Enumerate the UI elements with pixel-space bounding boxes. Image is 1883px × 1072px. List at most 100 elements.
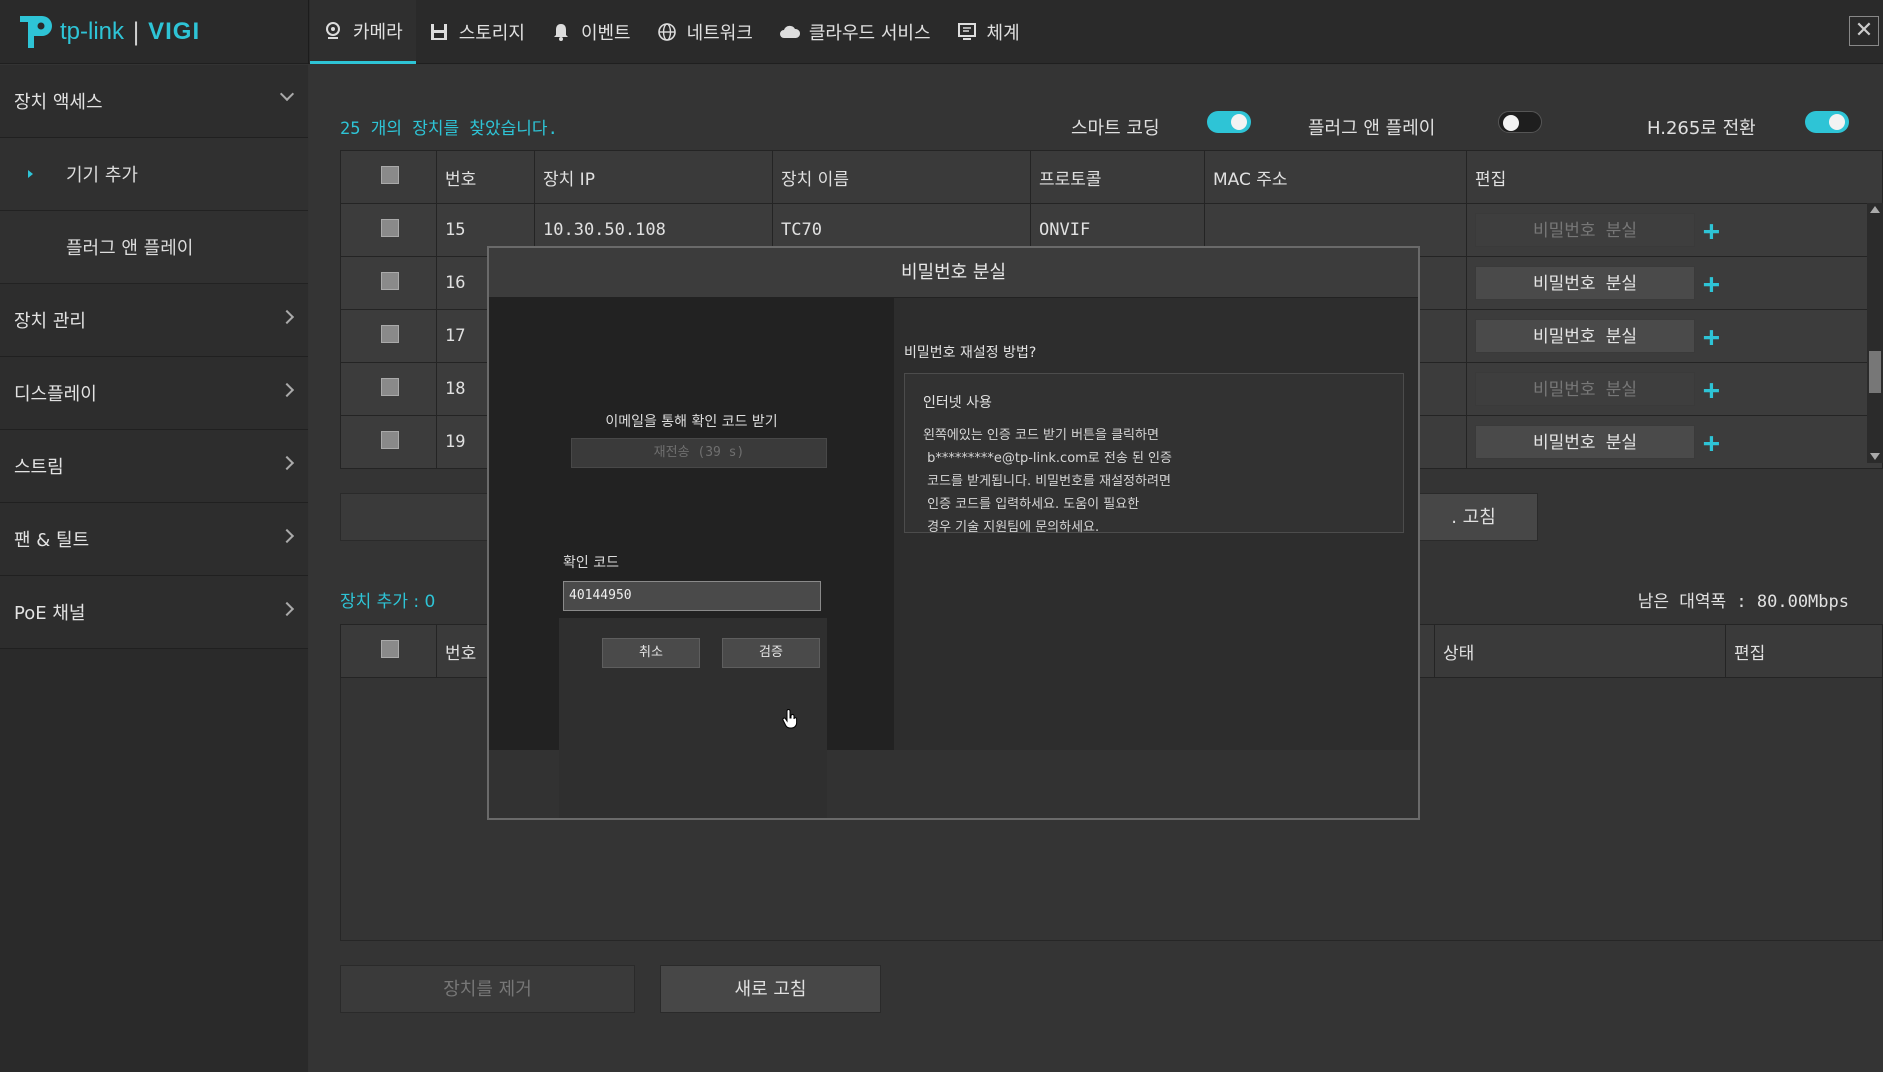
cancel-button[interactable]: 취소 (602, 638, 700, 668)
sidebar-item-label: 기기 추가 (66, 165, 138, 186)
chevron-right-icon (279, 382, 295, 398)
add-plus-icon[interactable]: + (1703, 217, 1720, 245)
toggle-knob (1231, 114, 1247, 130)
plug-and-play-toggle[interactable] (1498, 111, 1542, 133)
row-select (340, 256, 437, 310)
tab-storage[interactable]: 스토리지 (416, 0, 538, 64)
logo-separator: | (132, 18, 141, 46)
sidebar-item-label: 팬 & 틸트 (14, 530, 90, 551)
sidebar-item-label: PoE 채널 (14, 603, 86, 624)
row-checkbox[interactable] (381, 377, 399, 396)
tab-network[interactable]: 네트워크 (644, 0, 766, 64)
resend-button[interactable]: 재전송 (39 s) (571, 438, 827, 468)
forgot-password-button[interactable]: 비밀번호 분실 (1475, 319, 1695, 353)
camera-icon (323, 21, 343, 41)
tab-event[interactable]: 이벤트 (538, 0, 644, 64)
app-root: tp-link | VIGI 카메라 스토리지 이벤트 네트워크 클라우드 서비… (0, 0, 1883, 1072)
bell-icon (551, 22, 571, 42)
modal-left-panel: 이메일을 통해 확인 코드 받기 재전송 (39 s) 확인 코드 401449… (489, 298, 894, 801)
modal-button-panel-overflow (559, 750, 827, 818)
tab-system-label: 체계 (986, 23, 1020, 44)
sidebar-subitem-add-device[interactable]: 기기 추가 (0, 138, 308, 211)
table-scrollbar[interactable] (1867, 203, 1883, 463)
scroll-up-icon[interactable] (1870, 206, 1880, 213)
reset-info-title: 인터넷 사용 (923, 395, 992, 411)
sidebar-item-pan-tilt[interactable]: 팬 & 틸트 (0, 503, 308, 576)
smart-coding-label: 스마트 코딩 (1071, 118, 1160, 139)
row-select (340, 309, 437, 363)
row-checkbox[interactable] (381, 271, 399, 290)
sidebar-item-poe-channel[interactable]: PoE 채널 (0, 576, 308, 649)
remaining-bandwidth-text: 남은 대역폭 : 80.00Mbps (1637, 592, 1849, 612)
tp-link-logo-icon (14, 12, 54, 52)
select-all-checkbox[interactable] (381, 165, 399, 184)
topbar-divider (308, 0, 309, 64)
header-number: 번호 (436, 150, 535, 204)
tab-cloud[interactable]: 클라우드 서비스 (766, 0, 944, 64)
remove-device-button[interactable]: 장치를 제거 (340, 965, 635, 1013)
top-bar: tp-link | VIGI 카메라 스토리지 이벤트 네트워크 클라우드 서비… (0, 0, 1883, 64)
forgot-password-button[interactable]: 비밀번호 분실 (1475, 425, 1695, 459)
header-status: 상태 (1434, 624, 1726, 678)
forgot-password-button[interactable]: 비밀번호 분실 (1475, 266, 1695, 300)
smart-coding-toggle[interactable] (1207, 111, 1251, 133)
added-devices-text: 장치 추가 : 0 (340, 592, 436, 612)
chevron-right-icon (279, 528, 295, 544)
add-plus-icon[interactable]: + (1703, 323, 1720, 351)
logo-product: VIGI (148, 18, 201, 45)
select-all-checkbox[interactable] (381, 639, 399, 658)
modal-right-panel: 비밀번호 재설정 방법? 인터넷 사용 왼쪽에있는 인증 코드 받기 버튼을 클… (894, 298, 1418, 750)
sidebar-item-display[interactable]: 디스플레이 (0, 357, 308, 430)
storage-icon (429, 22, 449, 42)
cell-edit: 비밀번호 분실 + (1466, 203, 1883, 257)
sidebar-item-stream[interactable]: 스트림 (0, 430, 308, 503)
row-select (340, 415, 437, 469)
main-tabs: 카메라 스토리지 이벤트 네트워크 클라우드 서비스 체계 (310, 0, 1033, 64)
header-device-ip: 장치 IP (534, 150, 773, 204)
tab-network-label: 네트워크 (686, 23, 753, 44)
tab-event-label: 이벤트 (580, 23, 631, 44)
plug-and-play-label: 플러그 앤 플레이 (1308, 118, 1436, 139)
add-plus-icon[interactable]: + (1703, 376, 1720, 404)
add-plus-icon[interactable]: + (1703, 429, 1720, 457)
h265-toggle[interactable] (1805, 111, 1849, 133)
tab-camera[interactable]: 카메라 (310, 0, 416, 64)
toggle-knob (1829, 114, 1845, 130)
sidebar-subitem-plug-and-play[interactable]: 플러그 앤 플레이 (0, 211, 308, 284)
reset-info-box: 인터넷 사용 왼쪽에있는 인증 코드 받기 버튼을 클릭하면 b********… (904, 373, 1404, 535)
row-checkbox[interactable] (381, 324, 399, 343)
verify-button[interactable]: 검증 (722, 638, 820, 668)
sidebar-item-device-management[interactable]: 장치 관리 (0, 284, 308, 357)
forgot-password-button[interactable]: 비밀번호 분실 (1475, 372, 1695, 406)
close-button[interactable]: ✕ (1849, 16, 1879, 46)
scroll-thumb[interactable] (1869, 351, 1881, 393)
monitor-icon (957, 22, 977, 42)
verification-code-input[interactable]: 40144950 (563, 581, 821, 611)
chevron-down-icon (279, 86, 295, 102)
reset-method-question: 비밀번호 재설정 방법? (904, 345, 1037, 361)
row-checkbox[interactable] (381, 430, 399, 449)
table-header-row: 번호 장치 IP 장치 이름 프로토콜 MAC 주소 편집 (340, 150, 1883, 204)
header-select-all (340, 150, 437, 204)
row-checkbox[interactable] (381, 218, 399, 237)
refresh-button[interactable]: 새로 고침 (660, 965, 881, 1013)
logo: tp-link | VIGI (14, 10, 304, 54)
toggle-knob (1503, 115, 1519, 131)
email-code-info: 이메일을 통해 확인 코드 받기 (605, 414, 778, 430)
tab-cloud-label: 클라우드 서비스 (808, 23, 931, 44)
add-plus-icon[interactable]: + (1703, 270, 1720, 298)
forgot-password-button[interactable]: 비밀번호 분실 (1475, 213, 1695, 247)
row-select (340, 362, 437, 416)
modal-title: 비밀번호 분실 (489, 248, 1418, 298)
tab-system[interactable]: 체계 (944, 0, 1033, 64)
cloud-icon (779, 22, 800, 42)
tab-storage-label: 스토리지 (458, 23, 525, 44)
header-edit: 편집 (1725, 624, 1883, 678)
cell-edit: 비밀번호 분실 + (1466, 362, 1883, 416)
sidebar-item-label: 플러그 앤 플레이 (66, 238, 194, 259)
refresh-list-button[interactable]: . 고침 (1409, 493, 1538, 541)
header-edit: 편집 (1466, 150, 1883, 204)
scroll-down-icon[interactable] (1870, 453, 1880, 460)
sidebar-item-device-access[interactable]: 장치 액세스 (0, 65, 308, 138)
header-protocol: 프로토콜 (1030, 150, 1205, 204)
